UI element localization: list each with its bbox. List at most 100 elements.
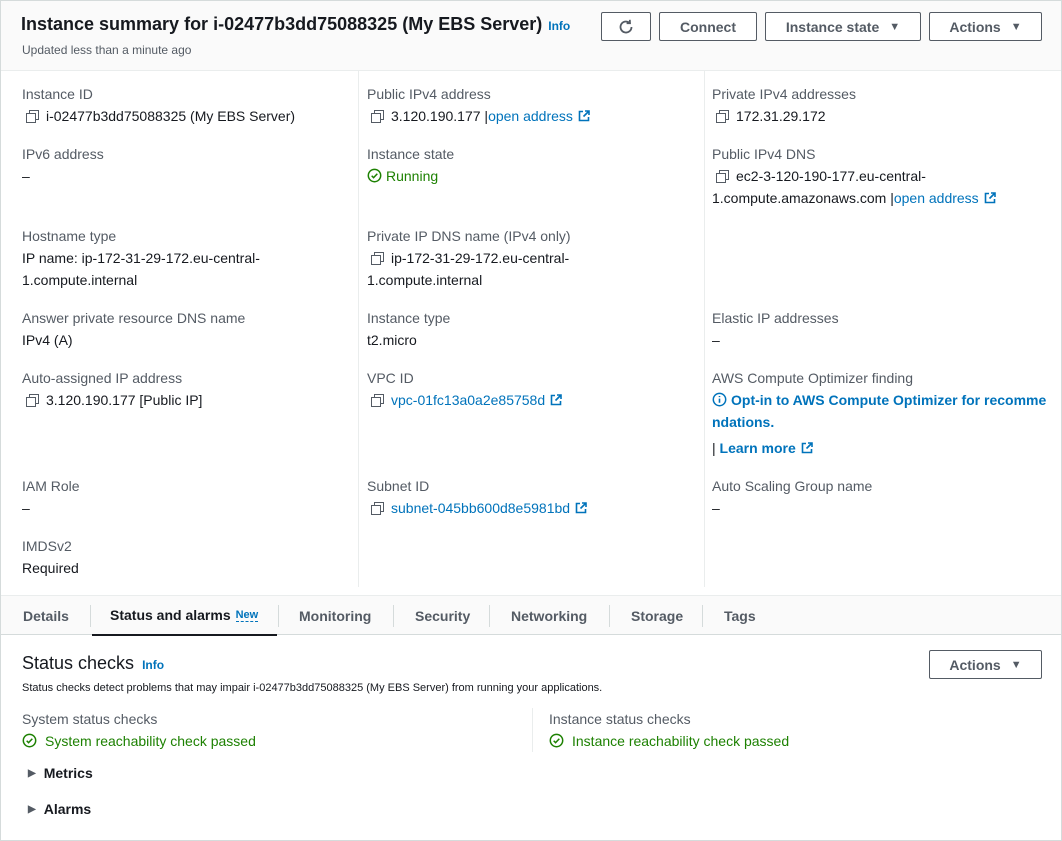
answer-dns-value: IPv4 (A)	[22, 332, 73, 348]
field-public-ipv4: Public IPv4 address 3.120.190.177 |open …	[367, 83, 590, 127]
tab-label: Networking	[511, 608, 588, 624]
tab-details[interactable]: Details	[23, 596, 69, 636]
field-label: Private IP DNS name (IPv4 only)	[367, 228, 571, 244]
field-private-ipv4: Private IPv4 addresses 172.31.29.172	[712, 83, 856, 127]
field-label: Instance status checks	[549, 711, 691, 727]
field-label: Instance ID	[22, 86, 93, 102]
metrics-label: Metrics	[43, 765, 93, 781]
status-checks-title: Status checks Info	[22, 653, 164, 674]
tab-label: Details	[23, 608, 69, 624]
field-label: Auto Scaling Group name	[712, 478, 873, 494]
caret-down-icon: ▼	[1010, 20, 1022, 33]
header-info-link[interactable]: Info	[548, 19, 570, 33]
hostname-type-value-cont: 1.compute.internal	[22, 272, 138, 288]
connect-button[interactable]: Connect	[659, 12, 757, 41]
private-ipv4-value: 172.31.29.172	[736, 108, 826, 124]
hostname-type-value: IP name: ip-172-31-29-172.eu-central-	[22, 250, 260, 266]
field-label: Elastic IP addresses	[712, 310, 839, 326]
status-checks-description: Status checks detect problems that may i…	[22, 682, 603, 694]
private-dns-value-cont: 1.compute.internal	[367, 272, 483, 288]
copy-icon[interactable]	[26, 110, 39, 123]
subnet-id-link[interactable]: subnet-045bb600d8e5981bd	[391, 500, 570, 516]
optimizer-link-text: Opt-in to AWS Compute Optimizer for reco…	[731, 392, 1047, 408]
optimizer-link-text-cont[interactable]: ndations.	[712, 411, 1046, 433]
vpc-id-link[interactable]: vpc-01fc13a0a2e85758d	[391, 392, 545, 408]
external-link-icon	[550, 394, 562, 406]
copy-icon[interactable]	[371, 252, 384, 265]
caret-down-icon: ▼	[889, 20, 901, 33]
instance-type-value: t2.micro	[367, 332, 417, 348]
field-label: IAM Role	[22, 478, 80, 494]
field-label: Hostname type	[22, 228, 117, 244]
field-label: Answer private resource DNS name	[22, 310, 246, 326]
column-divider	[358, 71, 359, 587]
field-label: Subnet ID	[367, 478, 430, 494]
tab-separator	[278, 605, 279, 627]
actions-label: Actions	[949, 656, 1001, 673]
ipv6-value: –	[22, 168, 30, 184]
learn-more-link[interactable]: Learn more	[720, 440, 796, 456]
private-dns-value: ip-172-31-29-172.eu-central-	[391, 250, 570, 266]
separator: |	[712, 440, 716, 456]
public-dns-value: ec2-3-120-190-177.eu-central-	[736, 168, 926, 184]
status-actions-button[interactable]: Actions ▼	[929, 650, 1042, 679]
refresh-button[interactable]	[601, 12, 651, 41]
tab-networking[interactable]: Networking	[511, 596, 587, 636]
external-link-icon	[984, 192, 996, 204]
metrics-expander[interactable]: ▶ Metrics	[28, 765, 93, 781]
tab-security[interactable]: Security	[415, 596, 470, 636]
field-answer-dns: Answer private resource DNS name IPv4 (A…	[22, 307, 245, 351]
field-private-dns: Private IP DNS name (IPv4 only) ip-172-3…	[367, 225, 571, 291]
field-label: AWS Compute Optimizer finding	[712, 370, 913, 386]
tab-bar: Details Status and alarms New Monitoring …	[1, 595, 1061, 636]
actions-button[interactable]: Actions ▼	[929, 12, 1042, 41]
public-ipv4-value: 3.120.190.177 |	[391, 108, 489, 124]
elastic-ip-value: –	[712, 332, 720, 348]
field-instance-state: Instance state Running	[367, 143, 454, 187]
alarms-expander[interactable]: ▶ Alarms	[28, 801, 91, 817]
field-elastic-ip: Elastic IP addresses –	[712, 307, 839, 351]
field-label: Instance type	[367, 310, 451, 326]
tab-storage[interactable]: Storage	[631, 596, 683, 636]
copy-icon[interactable]	[716, 170, 729, 183]
instance-state-label: Instance state	[785, 18, 880, 35]
optimizer-optin-link[interactable]: Opt-in to AWS Compute Optimizer for reco…	[712, 389, 1046, 411]
copy-icon[interactable]	[716, 110, 729, 123]
refresh-icon	[619, 19, 633, 33]
check-circle-icon	[22, 733, 37, 748]
column-divider	[704, 71, 705, 587]
auto-ip-value: 3.120.190.177 [Public IP]	[46, 392, 203, 408]
copy-icon[interactable]	[26, 394, 39, 407]
open-address-link[interactable]: open address	[488, 108, 573, 124]
status-checks-info-link[interactable]: Info	[142, 658, 164, 672]
page-title: Instance summary for i-02477b3dd75088325…	[21, 14, 570, 35]
tab-label: Storage	[631, 608, 684, 624]
instance-check-value: Instance reachability check passed	[572, 733, 790, 749]
field-public-dns: Public IPv4 DNS ec2-3-120-190-177.eu-cen…	[712, 143, 996, 209]
copy-icon[interactable]	[371, 502, 384, 515]
field-subnet-id: Subnet ID subnet-045bb600d8e5981bd	[367, 475, 587, 519]
field-label: Public IPv4 DNS	[712, 146, 816, 162]
copy-icon[interactable]	[371, 110, 384, 123]
tab-status-and-alarms[interactable]: Status and alarms New	[92, 596, 277, 636]
field-imdsv2: IMDSv2 Required	[22, 535, 79, 579]
external-link-icon	[578, 110, 590, 122]
column-divider	[532, 708, 533, 752]
tab-separator	[90, 605, 91, 627]
external-link-icon	[575, 502, 587, 514]
iam-role-value: –	[22, 500, 30, 516]
field-label: IPv6 address	[22, 146, 104, 162]
imdsv2-value: Required	[22, 560, 79, 576]
open-address-link[interactable]: open address	[894, 190, 979, 206]
updated-timestamp: Updated less than a minute ago	[22, 43, 192, 57]
instance-summary-panel: Instance summary for i-02477b3dd75088325…	[0, 0, 1062, 841]
copy-icon[interactable]	[371, 394, 384, 407]
tab-tags[interactable]: Tags	[724, 596, 756, 636]
status-checks-title-text: Status checks	[22, 653, 135, 673]
page-title-text: Instance summary for i-02477b3dd75088325…	[21, 14, 543, 34]
tab-separator	[609, 605, 610, 627]
check-circle-icon	[367, 168, 382, 183]
tab-monitoring[interactable]: Monitoring	[299, 596, 371, 636]
instance-state-button[interactable]: Instance state ▼	[765, 12, 921, 41]
public-dns-value-cont: 1.compute.amazonaws.com |	[712, 190, 894, 206]
